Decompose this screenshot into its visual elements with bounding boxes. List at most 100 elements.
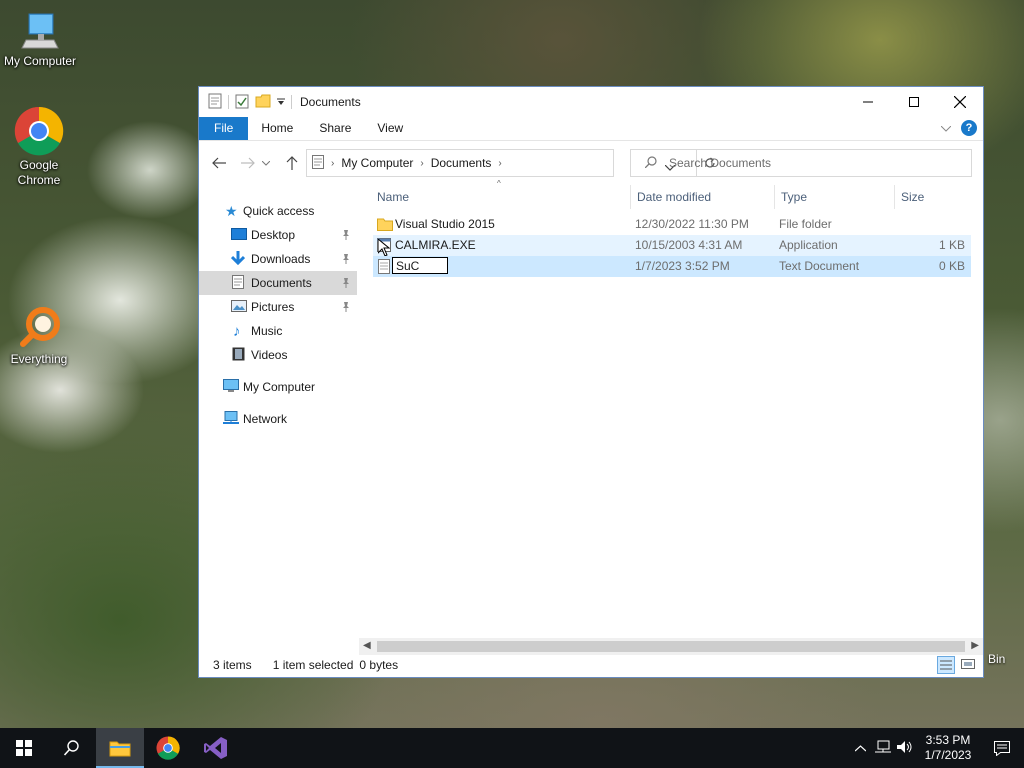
clock[interactable]: 3:53 PM 1/7/2023 bbox=[916, 733, 980, 763]
up-button[interactable] bbox=[280, 151, 304, 175]
nav-label: Pictures bbox=[251, 300, 295, 314]
title-bar: Documents bbox=[199, 87, 983, 117]
file-explorer-icon bbox=[109, 741, 131, 757]
taskbar: 3:53 PM 1/7/2023 bbox=[0, 728, 1024, 768]
chevron-down-icon[interactable] bbox=[277, 95, 285, 109]
window-title: Documents bbox=[300, 95, 361, 109]
column-size[interactable]: Size bbox=[895, 185, 975, 209]
close-button[interactable] bbox=[937, 87, 983, 117]
pin-icon[interactable] bbox=[341, 277, 351, 291]
taskbar-visual-studio[interactable] bbox=[192, 728, 240, 768]
divider bbox=[228, 95, 229, 109]
scroll-left-icon[interactable]: ◀ bbox=[363, 640, 371, 651]
visual-studio-icon bbox=[204, 737, 227, 759]
column-date-modified[interactable]: Date modified bbox=[631, 185, 775, 209]
clock-time: 3:53 PM bbox=[925, 733, 971, 747]
properties-icon[interactable] bbox=[208, 93, 222, 112]
nav-label: Network bbox=[243, 412, 288, 426]
pin-icon[interactable] bbox=[341, 253, 351, 267]
computer-icon bbox=[223, 378, 243, 396]
tab-view[interactable]: View bbox=[364, 117, 416, 140]
tab-share[interactable]: Share bbox=[306, 117, 364, 140]
file-date: 10/15/2003 4:31 AM bbox=[635, 238, 743, 252]
file-name: Visual Studio 2015 bbox=[395, 217, 495, 231]
column-name[interactable]: Name bbox=[371, 185, 631, 209]
search-button[interactable] bbox=[48, 728, 96, 768]
new-folder-icon[interactable] bbox=[255, 93, 271, 112]
system-tray: 3:53 PM 1/7/2023 bbox=[848, 728, 1024, 768]
pin-icon[interactable] bbox=[341, 229, 351, 243]
scroll-right-icon[interactable]: ▶ bbox=[971, 640, 979, 651]
minimize-button[interactable] bbox=[845, 87, 891, 117]
nav-network[interactable]: Network bbox=[199, 407, 357, 431]
nav-item-videos[interactable]: Videos bbox=[199, 343, 357, 367]
pin-icon[interactable] bbox=[341, 301, 351, 315]
nav-item-music[interactable]: ♪ Music bbox=[199, 319, 357, 343]
nav-item-pictures[interactable]: Pictures bbox=[199, 295, 357, 319]
breadcrumb-my-computer[interactable]: My Computer bbox=[341, 156, 413, 170]
column-type[interactable]: Type bbox=[775, 185, 895, 209]
address-bar[interactable]: › My Computer › Documents › bbox=[306, 149, 715, 177]
desktop-icon-label: My Computer bbox=[3, 54, 77, 68]
details-view-icon[interactable] bbox=[937, 656, 955, 674]
large-icons-view-icon[interactable] bbox=[961, 657, 975, 674]
nav-label: Downloads bbox=[251, 252, 311, 266]
tab-home[interactable]: Home bbox=[248, 117, 306, 140]
item-count: 3 items bbox=[213, 658, 252, 672]
nav-item-documents[interactable]: Documents bbox=[199, 271, 357, 295]
desktop-icon-everything[interactable]: Everything bbox=[0, 306, 79, 367]
chevron-up-icon[interactable] bbox=[848, 741, 872, 755]
network-icon bbox=[223, 410, 243, 428]
nav-label: Quick access bbox=[243, 204, 315, 218]
file-list: ^ Name Date modified Type Size Visual St… bbox=[369, 179, 975, 277]
forward-button[interactable] bbox=[236, 151, 260, 175]
desktop-folder-icon bbox=[231, 227, 251, 243]
nav-item-downloads[interactable]: Downloads bbox=[199, 247, 357, 271]
network-icon[interactable] bbox=[872, 740, 894, 757]
maximize-button[interactable] bbox=[891, 87, 937, 117]
breadcrumb-documents[interactable]: Documents bbox=[431, 156, 492, 170]
desktop-icon-label: Google Chrome bbox=[17, 158, 61, 187]
chevron-right-icon[interactable]: › bbox=[498, 158, 501, 169]
search-box[interactable]: Search Documents bbox=[630, 149, 972, 177]
file-row[interactable]: CALMIRA.EXE 10/15/2003 4:31 AM Applicati… bbox=[373, 235, 971, 257]
back-button[interactable] bbox=[207, 151, 231, 175]
file-explorer-window: Documents File Home Share View ? › My Co… bbox=[198, 86, 984, 678]
file-date: 1/7/2023 3:52 PM bbox=[635, 259, 730, 273]
search-placeholder: Search Documents bbox=[669, 156, 772, 170]
taskbar-chrome[interactable] bbox=[144, 728, 192, 768]
volume-icon[interactable] bbox=[894, 740, 916, 757]
checkmark-icon[interactable] bbox=[235, 93, 249, 112]
nav-quick-access[interactable]: ★ Quick access bbox=[199, 199, 357, 223]
action-center-icon[interactable] bbox=[980, 740, 1024, 756]
nav-item-desktop[interactable]: Desktop bbox=[199, 223, 357, 247]
column-header: ^ Name Date modified Type Size bbox=[369, 179, 975, 209]
nav-label: Desktop bbox=[251, 228, 296, 242]
expand-ribbon-chevron-icon[interactable] bbox=[940, 121, 952, 135]
file-type: File folder bbox=[779, 217, 832, 231]
desktop-icon-my-computer[interactable]: My Computer bbox=[0, 10, 80, 69]
file-name: CALMIRA.EXE bbox=[395, 238, 476, 252]
desktop-icon-label: Everything bbox=[10, 352, 68, 366]
recycle-bin-label[interactable]: Bin bbox=[988, 652, 1005, 666]
start-button[interactable] bbox=[0, 728, 48, 768]
file-row-selected[interactable]: SuC 1/7/2023 3:52 PM Text Document 0 KB bbox=[373, 256, 971, 277]
chevron-right-icon[interactable]: › bbox=[331, 158, 334, 169]
computer-icon bbox=[20, 10, 60, 52]
chevron-right-icon[interactable]: › bbox=[420, 158, 423, 169]
scrollbar-thumb[interactable] bbox=[377, 641, 965, 652]
help-icon[interactable]: ? bbox=[961, 120, 977, 136]
nav-my-computer[interactable]: My Computer bbox=[199, 375, 357, 399]
quick-access-toolbar bbox=[199, 93, 292, 112]
film-icon bbox=[232, 347, 251, 364]
file-size: 1 KB bbox=[938, 238, 965, 252]
status-bar: 3 items 1 item selected 0 bytes bbox=[199, 653, 983, 677]
tab-file[interactable]: File bbox=[199, 117, 249, 140]
text-document-icon bbox=[378, 259, 390, 281]
rename-input[interactable]: SuC bbox=[392, 257, 448, 274]
download-arrow-icon bbox=[230, 250, 251, 268]
recent-locations-chevron-icon[interactable] bbox=[260, 151, 272, 175]
file-row[interactable]: Visual Studio 2015 12/30/2022 11:30 PM F… bbox=[373, 214, 971, 235]
desktop-icon-google-chrome[interactable]: Google Chrome bbox=[0, 106, 79, 188]
taskbar-file-explorer[interactable] bbox=[96, 728, 144, 768]
